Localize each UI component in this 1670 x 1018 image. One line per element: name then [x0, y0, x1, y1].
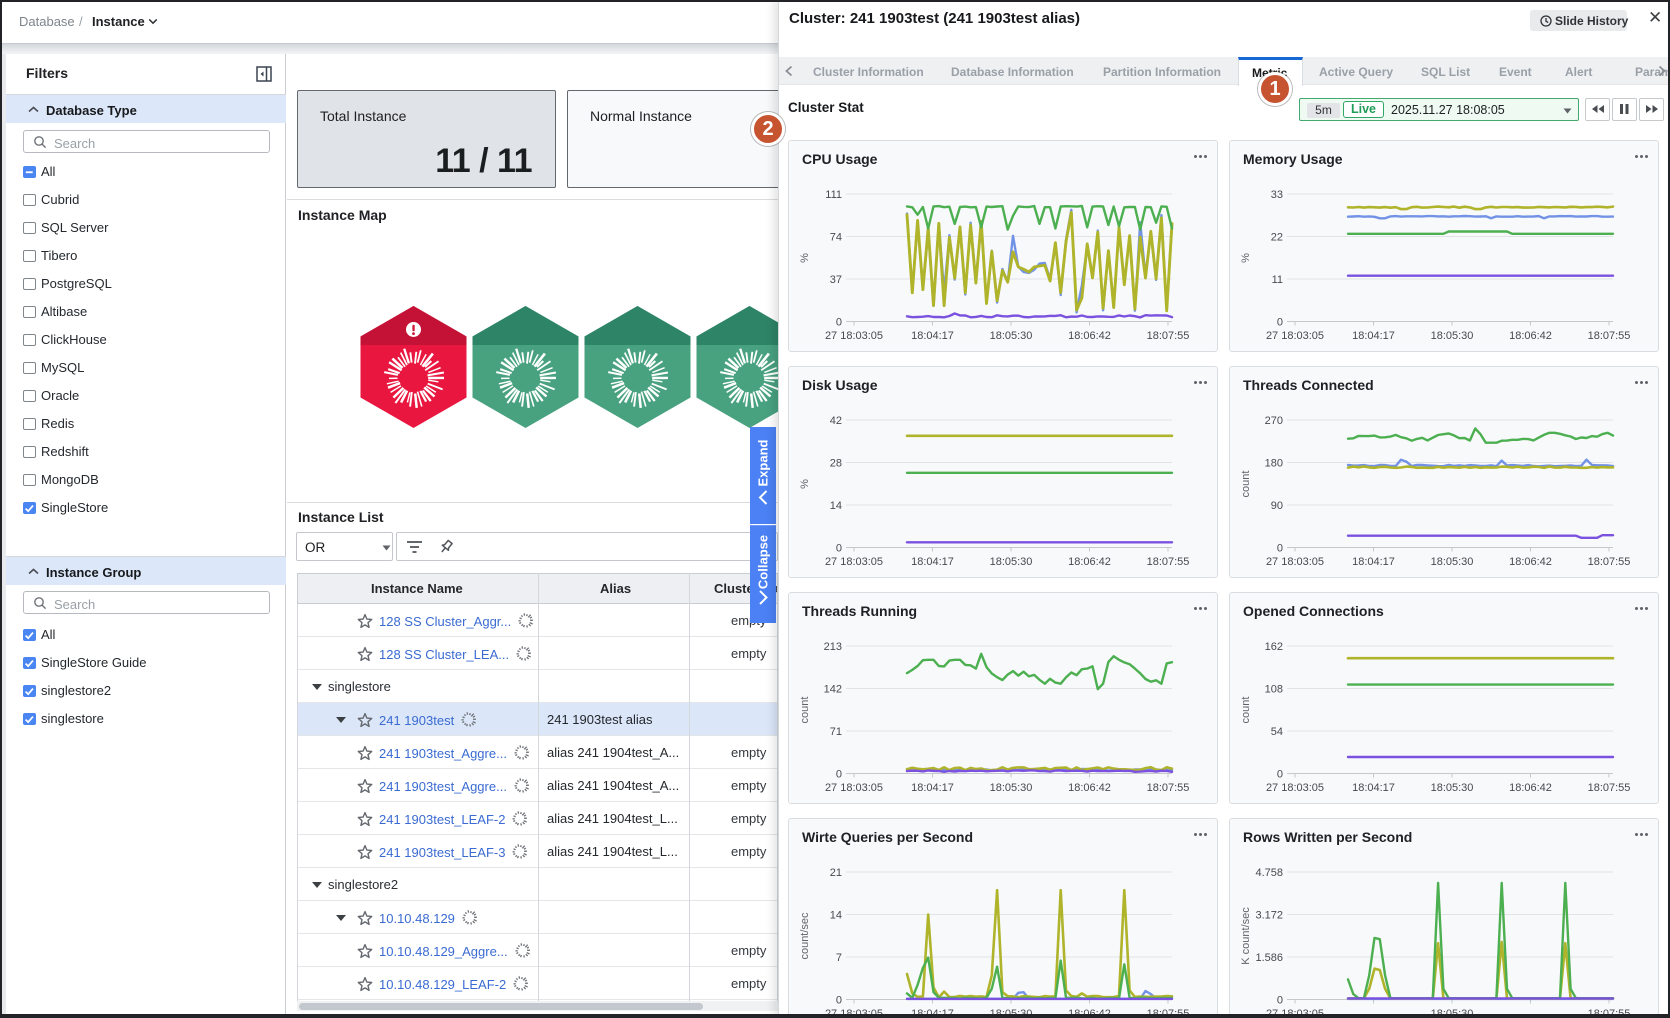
svg-text:180: 180	[1265, 458, 1283, 470]
svg-text:108: 108	[1265, 684, 1283, 696]
svg-text:22: 22	[1271, 232, 1283, 244]
svg-text:27 18:03:05: 27 18:03:05	[1266, 1008, 1324, 1018]
svg-text:27 18:03:05: 27 18:03:05	[825, 1008, 883, 1018]
svg-text:18:06:42: 18:06:42	[1068, 330, 1111, 342]
svg-text:18:06:42: 18:06:42	[1509, 556, 1552, 568]
svg-text:0: 0	[836, 995, 842, 1007]
svg-text:162: 162	[1265, 641, 1283, 653]
svg-text:27 18:03:05: 27 18:03:05	[825, 330, 883, 342]
svg-text:111: 111	[825, 189, 842, 201]
svg-text:18:07:55: 18:07:55	[1147, 330, 1190, 342]
svg-text:0: 0	[1277, 543, 1283, 555]
svg-text:71: 71	[830, 726, 842, 738]
svg-text:14: 14	[830, 500, 842, 512]
svg-text:1.586: 1.586	[1255, 952, 1283, 964]
svg-text:14: 14	[830, 910, 842, 922]
svg-text:54: 54	[1271, 726, 1283, 738]
svg-text:27 18:03:05: 27 18:03:05	[1266, 556, 1324, 568]
svg-text:0: 0	[1277, 995, 1283, 1007]
svg-text:18:05:30: 18:05:30	[1431, 1008, 1474, 1018]
svg-text:18:04:17: 18:04:17	[911, 782, 954, 794]
svg-text:18:07:55: 18:07:55	[1588, 1008, 1631, 1018]
svg-text:18:04:17: 18:04:17	[911, 556, 954, 568]
svg-text:0: 0	[836, 543, 842, 555]
svg-text:7: 7	[836, 952, 842, 964]
svg-text:18:06:42: 18:06:42	[1068, 556, 1111, 568]
svg-text:18:04:17: 18:04:17	[1352, 556, 1395, 568]
svg-text:K count/sec: K count/sec	[1240, 907, 1252, 965]
svg-text:0: 0	[836, 769, 842, 781]
svg-text:142: 142	[824, 684, 842, 696]
svg-text:11: 11	[1272, 274, 1283, 286]
svg-text:18:04:17: 18:04:17	[911, 1008, 954, 1018]
svg-text:%: %	[799, 253, 811, 263]
svg-text:18:06:42: 18:06:42	[1509, 782, 1552, 794]
svg-text:18:07:55: 18:07:55	[1147, 782, 1190, 794]
svg-text:3.172: 3.172	[1255, 910, 1283, 922]
svg-text:27 18:03:05: 27 18:03:05	[1266, 330, 1324, 342]
svg-text:74: 74	[830, 232, 842, 244]
svg-text:18:04:17: 18:04:17	[911, 330, 954, 342]
svg-text:18:07:55: 18:07:55	[1147, 1008, 1190, 1018]
svg-text:18:05:30: 18:05:30	[1431, 782, 1474, 794]
svg-text:count: count	[1240, 697, 1252, 724]
svg-text:42: 42	[830, 415, 842, 427]
svg-text:4.758: 4.758	[1255, 867, 1283, 879]
svg-text:count/sec: count/sec	[799, 912, 811, 960]
svg-text:%: %	[799, 479, 811, 489]
svg-text:33: 33	[1271, 189, 1283, 201]
svg-text:18:05:30: 18:05:30	[990, 1008, 1033, 1018]
svg-text:18:04:17: 18:04:17	[1352, 782, 1395, 794]
svg-text:213: 213	[824, 641, 842, 653]
svg-text:18:05:30: 18:05:30	[990, 330, 1033, 342]
svg-text:18:06:42: 18:06:42	[1068, 782, 1111, 794]
svg-text:18:07:55: 18:07:55	[1147, 556, 1190, 568]
svg-text:count: count	[799, 697, 811, 724]
svg-text:27 18:03:05: 27 18:03:05	[825, 782, 883, 794]
svg-text:28: 28	[830, 458, 842, 470]
svg-text:0: 0	[1277, 769, 1283, 781]
svg-text:0: 0	[836, 317, 842, 329]
svg-text:%: %	[1240, 253, 1252, 263]
svg-text:27 18:03:05: 27 18:03:05	[825, 556, 883, 568]
svg-text:18:04:17: 18:04:17	[1352, 330, 1395, 342]
svg-text:0: 0	[1277, 317, 1283, 329]
svg-text:37: 37	[830, 274, 842, 286]
svg-text:18:05:30: 18:05:30	[1431, 330, 1474, 342]
svg-text:27 18:03:05: 27 18:03:05	[1266, 782, 1324, 794]
svg-text:18:05:30: 18:05:30	[1431, 556, 1474, 568]
svg-text:90: 90	[1271, 500, 1283, 512]
svg-text:18:06:42: 18:06:42	[1509, 330, 1552, 342]
svg-text:270: 270	[1265, 415, 1283, 427]
svg-text:count: count	[1240, 471, 1252, 498]
svg-text:Expand: Expand	[756, 439, 771, 486]
svg-text:18:05:30: 18:05:30	[990, 556, 1033, 568]
svg-text:18:07:55: 18:07:55	[1588, 556, 1631, 568]
svg-text:18:06:42: 18:06:42	[1068, 1008, 1111, 1018]
svg-text:18:05:30: 18:05:30	[990, 782, 1033, 794]
svg-text:Collapse: Collapse	[756, 535, 771, 589]
svg-text:18:07:55: 18:07:55	[1588, 782, 1631, 794]
svg-text:21: 21	[830, 867, 842, 879]
svg-text:18:07:55: 18:07:55	[1588, 330, 1631, 342]
